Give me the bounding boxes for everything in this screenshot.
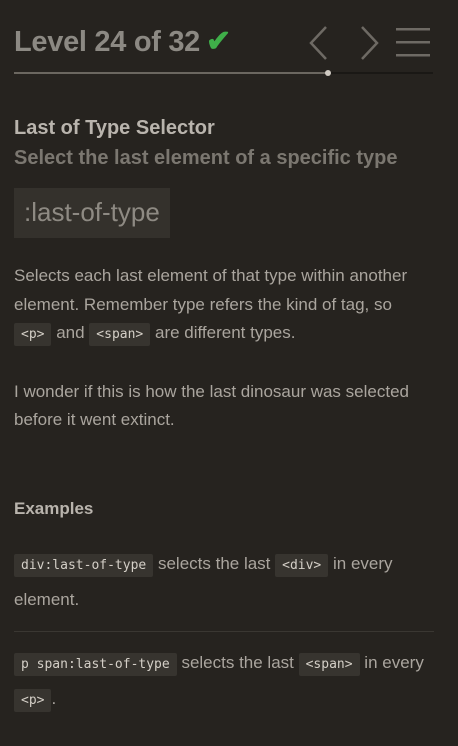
hint-text: and [51, 323, 90, 342]
example-item: p span:last-of-type selects the last <sp… [14, 646, 434, 718]
hint-text: are different types. [150, 323, 296, 342]
example-text: . [51, 688, 57, 708]
level-label: Level 24 of 32 [14, 26, 201, 58]
check-icon: ✔ [206, 25, 231, 58]
hint-code-p: <p> [14, 323, 52, 346]
example-code: <div> [275, 553, 329, 577]
example-code: p span:last-of-type [14, 652, 177, 676]
selector-name: Last of Type Selector [14, 117, 215, 139]
level-content: Last of Type Selector Select the last el… [14, 114, 434, 718]
example-code: <p> [14, 688, 52, 712]
level-progress-fill [14, 72, 329, 74]
level-menu-button[interactable] [396, 26, 432, 60]
hint-code-span: <span> [89, 323, 151, 346]
example-text: selects the last [176, 652, 299, 672]
selector-hint-extra: I wonder if this is how the last dinosau… [14, 381, 409, 430]
next-level-button[interactable] [350, 24, 386, 62]
example-text: selects the last [153, 553, 276, 573]
example-text: in every [359, 652, 424, 672]
level-progress-bar [14, 70, 433, 76]
example-item: div:last-of-type selects the last <div> … [14, 547, 434, 632]
selector-title: Select the last element of a specific ty… [14, 147, 398, 169]
selector-hint: Selects each last element of that type w… [14, 262, 434, 350]
example-code: <span> [298, 652, 360, 676]
chevron-left-icon [309, 26, 327, 60]
previous-level-button[interactable] [302, 24, 338, 62]
level-header: Level 24 of 32 ✔ [14, 18, 433, 78]
examples-title: Examples [14, 498, 94, 518]
chevron-right-icon [361, 26, 379, 60]
hamburger-menu-icon [396, 28, 430, 57]
selector-syntax: :last-of-type [14, 188, 170, 238]
hint-text: Selects each last element of that type w… [14, 266, 408, 314]
level-progress-marker [325, 70, 332, 76]
level-indicator: Level 24 of 32 ✔ [14, 24, 231, 59]
example-code: div:last-of-type [14, 553, 154, 577]
